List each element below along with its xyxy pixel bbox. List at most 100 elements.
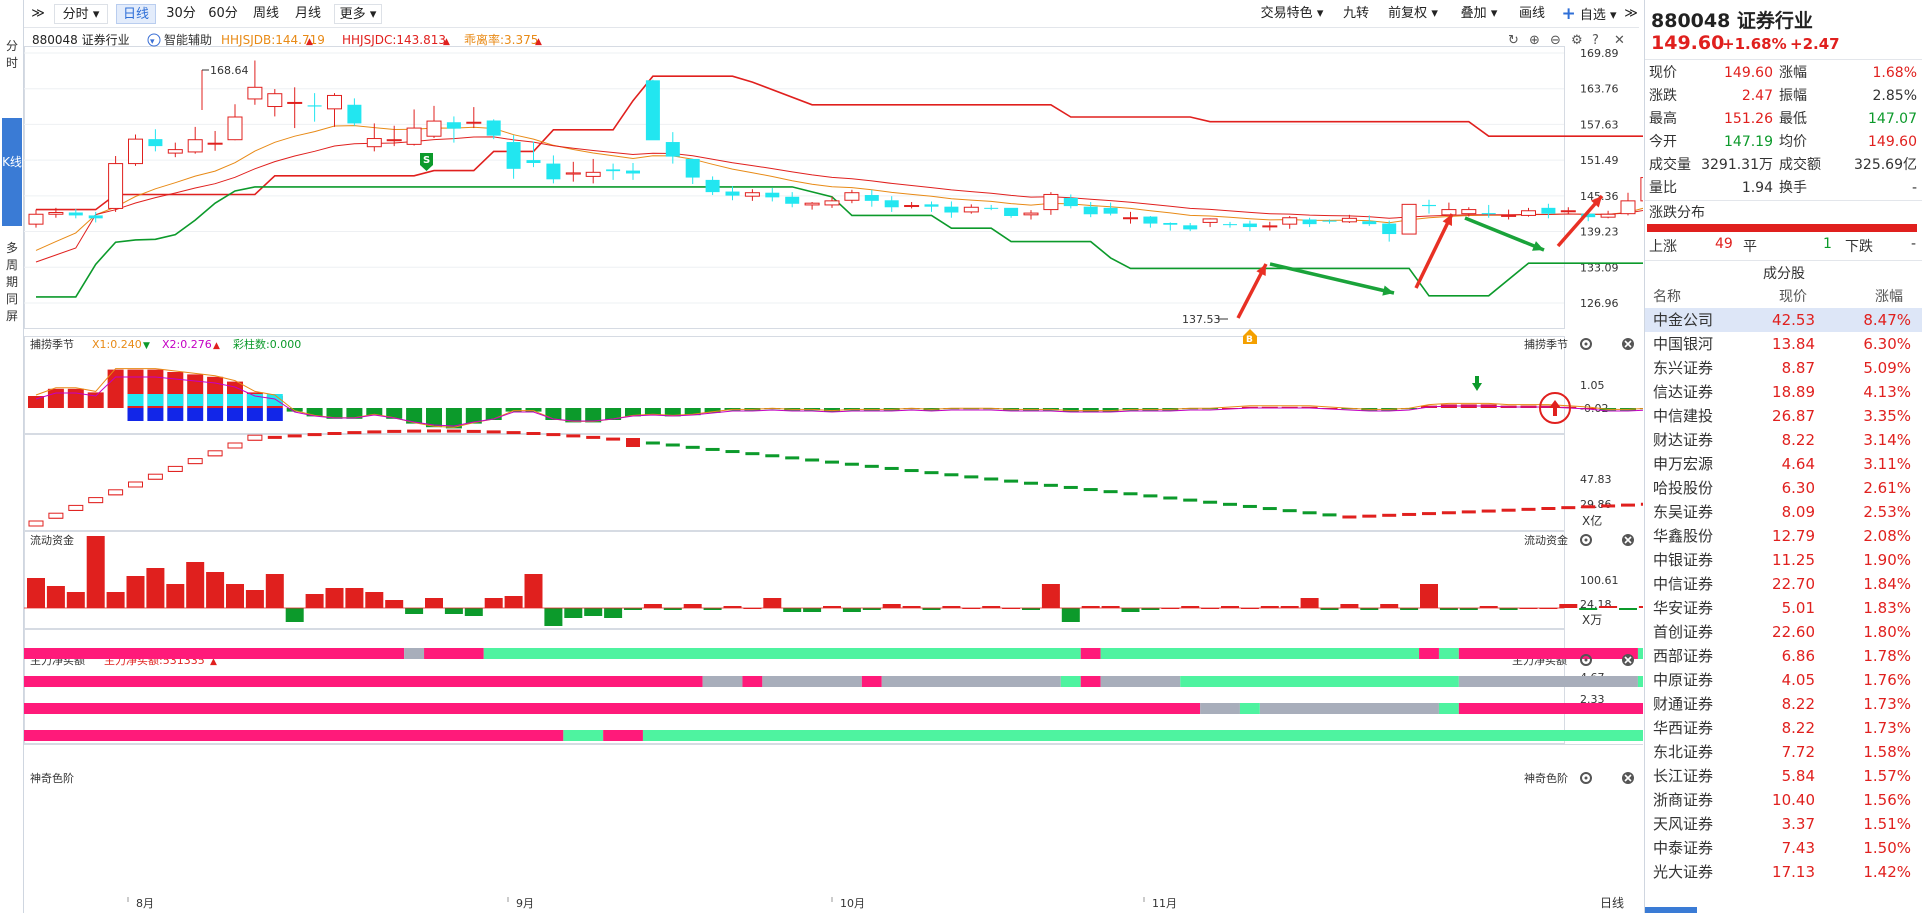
quote-row: 最高 151.26 最低 147.07 — [1645, 108, 1922, 131]
list-item[interactable]: 中信证券 22.70 1.84% — [1645, 572, 1922, 596]
arrow-down-icon: ▼ — [143, 341, 150, 351]
list-item[interactable]: 东兴证券 8.87 5.09% — [1645, 356, 1922, 380]
candlestick — [785, 192, 800, 208]
tab-timeshare[interactable]: 分时 — [2, 38, 22, 76]
adjust-menu[interactable]: 前复权 ▾ — [1380, 4, 1446, 24]
list-item[interactable]: 中金公司 42.53 8.47% — [1645, 308, 1922, 332]
flow-point — [267, 435, 282, 439]
favorite-button[interactable]: + 自选 ▾ — [1556, 4, 1622, 24]
candle-body — [366, 138, 382, 148]
more-periods-button[interactable]: 更多 ▾ — [334, 4, 382, 24]
tab-kline[interactable]: K线 — [2, 118, 22, 226]
list-item[interactable]: 西部证券 6.86 1.78% — [1645, 644, 1922, 668]
panel1-histogram — [28, 368, 1643, 429]
list-item[interactable]: 首创证券 22.60 1.80% — [1645, 620, 1922, 644]
net-buy-bar — [86, 536, 105, 608]
net-buy-bar — [146, 568, 165, 608]
collapse-left-icon[interactable]: ≫ — [30, 4, 46, 24]
nine-turn-button[interactable]: 九转 — [1336, 4, 1376, 24]
list-item[interactable]: 东北证券 7.72 1.58% — [1645, 740, 1922, 764]
list-item[interactable]: 东吴证券 8.09 2.53% — [1645, 500, 1922, 524]
stat-value: 325.69亿 — [1854, 157, 1917, 173]
period-week[interactable]: 周线 — [248, 4, 284, 24]
stock-price: 8.22 — [1781, 695, 1815, 713]
net-buy-bar — [166, 584, 185, 608]
caret-down-icon: ▾ — [1490, 6, 1498, 21]
panel1-right-title: 捕捞季节 — [1524, 337, 1568, 351]
list-item[interactable]: 财通证券 8.22 1.73% — [1645, 692, 1922, 716]
list-item[interactable]: 中原证券 4.05 1.76% — [1645, 668, 1922, 692]
tab-multi-period[interactable]: 多周期同屏 — [2, 240, 22, 340]
scroll-indicator[interactable] — [1645, 907, 1697, 913]
refresh-icon[interactable]: ↻ — [1508, 33, 1519, 48]
stock-change: 2.08% — [1863, 527, 1911, 545]
list-item[interactable]: 哈投股份 6.30 2.61% — [1645, 476, 1922, 500]
quote-row: 量比 1.94 换手 - — [1645, 177, 1922, 200]
collapse-right-icon[interactable]: ≫ — [1624, 4, 1638, 24]
panel1-x2: X2:0.276 — [162, 338, 212, 351]
list-item[interactable]: 天风证券 3.37 1.51% — [1645, 812, 1922, 836]
dist-flat-label: 平 — [1743, 239, 1757, 255]
close-icon[interactable] — [1622, 534, 1634, 546]
gear-icon[interactable] — [1580, 772, 1592, 784]
color-stripe — [1239, 703, 1260, 714]
color-stripe — [881, 676, 1061, 687]
period-menu[interactable]: 分时 ▾ — [54, 4, 108, 24]
candle-body — [187, 139, 203, 153]
stock-change: 2.61% — [1863, 479, 1911, 497]
zoom-out-icon[interactable]: ⊖ — [1550, 33, 1561, 48]
net-buy-bar — [66, 592, 85, 608]
period-60min[interactable]: 60分 — [204, 4, 242, 24]
list-item[interactable]: 华鑫股份 12.79 2.08% — [1645, 524, 1922, 548]
list-item[interactable]: 华西证券 8.22 1.73% — [1645, 716, 1922, 740]
flow-point — [1581, 505, 1596, 509]
stock-name: 华鑫股份 — [1653, 527, 1714, 545]
gear-icon[interactable] — [1580, 338, 1592, 350]
candlestick — [1441, 202, 1457, 216]
close-icon[interactable]: ✕ — [1614, 33, 1625, 48]
list-item[interactable]: 中银证券 11.25 1.90% — [1645, 548, 1922, 572]
stock-change: 5.09% — [1863, 359, 1911, 377]
list-item[interactable]: 财达证券 8.22 3.14% — [1645, 428, 1922, 452]
trade-features-menu[interactable]: 交易特色 ▾ — [1252, 4, 1332, 24]
indicator-hhjsjdc: HHJSJDC:143.813 — [342, 33, 446, 47]
candle-body — [864, 195, 879, 201]
stat-label: 量比 — [1649, 180, 1677, 196]
list-item[interactable]: 浙商证券 10.40 1.56% — [1645, 788, 1922, 812]
list-item[interactable]: 申万宏源 4.64 3.11% — [1645, 452, 1922, 476]
arrow-up-icon-stem — [1553, 408, 1557, 416]
close-icon[interactable] — [1622, 654, 1634, 666]
list-item[interactable]: 长江证券 5.84 1.57% — [1645, 764, 1922, 788]
list-item[interactable]: 中国银河 13.84 6.30% — [1645, 332, 1922, 356]
dist-flat-count: 1 — [1823, 236, 1832, 252]
y-tick-label: 169.89 — [1580, 47, 1619, 60]
flow-point — [506, 431, 521, 435]
period-30min[interactable]: 30分 — [162, 4, 200, 24]
list-item[interactable]: 华安证券 5.01 1.83% — [1645, 596, 1922, 620]
close-icon[interactable] — [1622, 772, 1634, 784]
period-month[interactable]: 月线 — [290, 4, 326, 24]
color-stripe — [1458, 703, 1643, 714]
settings-icon[interactable]: ⚙ — [1571, 33, 1583, 48]
period-day[interactable]: 日线 — [116, 4, 156, 24]
stock-name: 中金公司 — [1653, 311, 1714, 329]
stock-price: 8.22 — [1781, 719, 1815, 737]
ma-line-red — [35, 136, 1643, 263]
overlay-menu[interactable]: 叠加 ▾ — [1452, 4, 1506, 24]
stat-label: 涨跌 — [1649, 88, 1677, 104]
close-icon[interactable] — [1622, 338, 1634, 350]
candle-body — [645, 80, 660, 141]
list-item[interactable]: 信达证券 18.89 4.13% — [1645, 380, 1922, 404]
flow-point — [1083, 488, 1098, 492]
help-icon[interactable]: ? — [1592, 33, 1599, 48]
kline-chart-area[interactable]: 880048 证券行业 ▾ 智能辅助 HHJSJDB:144.719 ▲ HHJ… — [24, 28, 1643, 913]
list-item[interactable]: 光大证券 17.13 1.42% — [1645, 860, 1922, 884]
candlestick — [765, 188, 780, 202]
draw-line-button[interactable]: 画线 — [1512, 4, 1552, 24]
list-item[interactable]: 中信建投 26.87 3.35% — [1645, 404, 1922, 428]
dist-title: 涨跌分布 — [1649, 205, 1705, 221]
color-stripe — [1100, 676, 1181, 687]
list-item[interactable]: 中泰证券 7.43 1.50% — [1645, 836, 1922, 860]
gear-icon[interactable] — [1580, 534, 1592, 546]
zoom-in-icon[interactable]: ⊕ — [1529, 33, 1540, 48]
